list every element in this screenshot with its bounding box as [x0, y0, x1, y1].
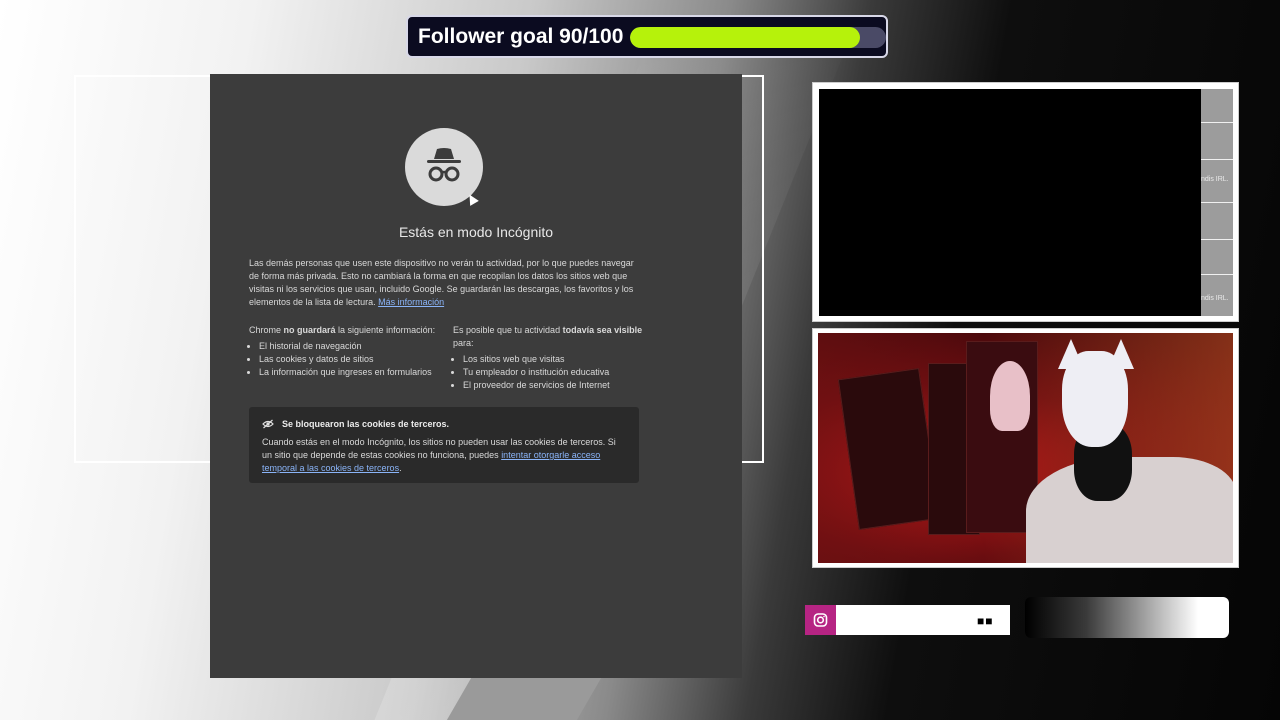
not-saved-column: Chrome no guardará la siguiente informac… — [249, 324, 449, 379]
webcam-feed — [818, 333, 1233, 563]
incognito-title: Estás en modo Incógnito — [398, 224, 554, 240]
list-item: Las cookies y datos de sitios — [259, 353, 449, 366]
side-label: ndis IRL. — [1201, 176, 1229, 183]
side-label: ndis IRL. — [1201, 295, 1229, 302]
list-item: La información que ingreses en formulari… — [259, 366, 449, 379]
visible-heading-pre: Es posible que tu actividad — [453, 325, 563, 335]
gradient-panel — [1025, 597, 1229, 638]
cookie-notice-text: Cuando estás en el modo Incógnito, los s… — [262, 436, 622, 475]
capture-side-strip: ndis IRL. ndis IRL. — [1201, 89, 1233, 316]
list-item: Tu empleador o institución educativa — [463, 366, 643, 379]
not-saved-heading-pre: Chrome — [249, 325, 284, 335]
cookie-notice-end: . — [399, 463, 402, 473]
side-divider — [1201, 274, 1233, 275]
figure — [990, 361, 1030, 431]
incognito-description: Las demás personas que usen este disposi… — [249, 257, 639, 309]
instagram-icon — [805, 605, 836, 635]
not-saved-heading-bold: no guardará — [283, 325, 336, 335]
not-saved-heading: Chrome no guardará la siguiente informac… — [249, 324, 449, 337]
visible-heading-bold: todavía sea visible — [562, 325, 643, 335]
list-item: El proveedor de servicios de Internet — [463, 379, 643, 392]
visible-heading-post: para: — [453, 338, 474, 348]
not-saved-heading-post: la siguiente información: — [335, 325, 436, 335]
side-divider — [1201, 202, 1233, 203]
third-party-cookies-notice: Se bloquearon las cookies de terceros. C… — [249, 407, 639, 483]
not-saved-list: El historial de navegación Las cookies y… — [249, 340, 449, 379]
more-info-link[interactable]: Más información — [378, 297, 444, 307]
instagram-bar: ■■ — [805, 605, 1010, 635]
capture-screen — [819, 89, 1201, 316]
follower-goal-label: Follower goal 90/100 — [418, 24, 624, 48]
side-divider — [1201, 159, 1233, 160]
visible-list: Los sitios web que visitas Tu empleador … — [453, 353, 643, 392]
side-divider — [1201, 239, 1233, 240]
kitsune-mask — [1062, 351, 1128, 447]
eye-off-icon — [262, 419, 274, 429]
side-divider — [1201, 122, 1233, 123]
cookie-notice-header: Se bloquearon las cookies de terceros. — [262, 419, 449, 429]
list-item: Los sitios web que visitas — [463, 353, 643, 366]
follower-goal-track — [630, 27, 886, 48]
instagram-handle: ■■ — [977, 614, 994, 628]
follower-goal-widget: Follower goal 90/100 — [406, 15, 888, 58]
incognito-page: Estás en modo Incógnito Las demás person… — [210, 74, 742, 678]
webcam-frame — [812, 328, 1239, 568]
visible-heading: Es posible que tu actividad todavía sea … — [453, 324, 643, 350]
list-item: El historial de navegación — [259, 340, 449, 353]
visible-column: Es posible que tu actividad todavía sea … — [453, 324, 643, 392]
cookie-notice-title: Se bloquearon las cookies de terceros. — [282, 419, 450, 429]
follower-goal-progress-fill — [630, 27, 861, 48]
capture-frame: ndis IRL. ndis IRL. — [812, 82, 1239, 322]
